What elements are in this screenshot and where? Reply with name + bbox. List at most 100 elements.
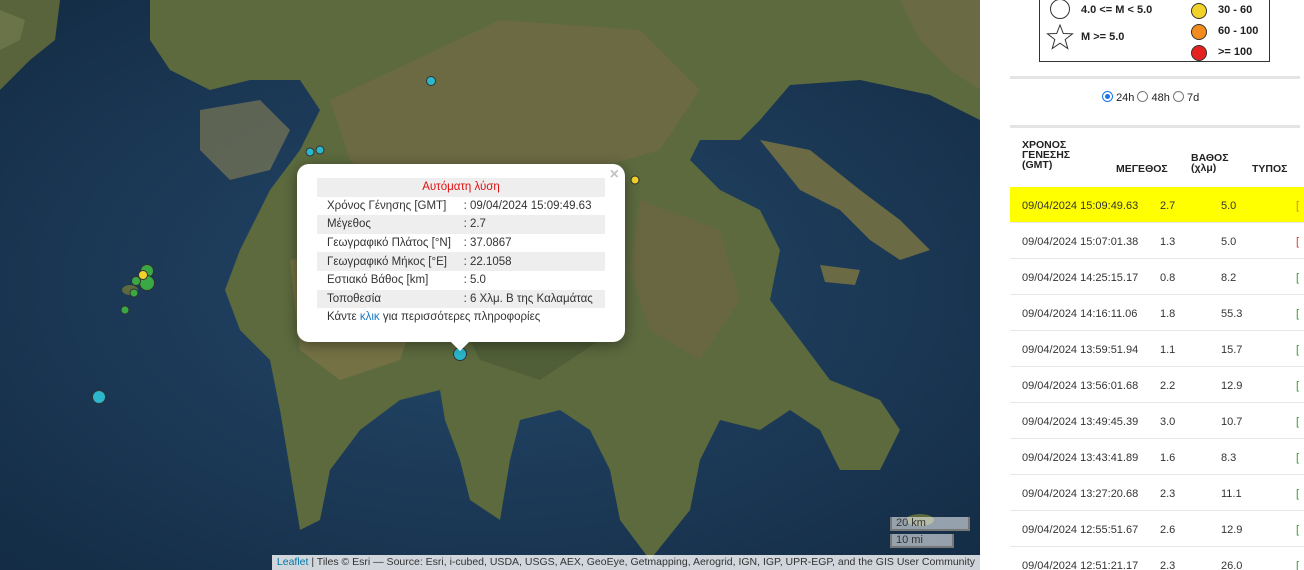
earthquake-map[interactable]: × Αυτόματη λύση Χρόνος Γένησης [GMT]: 09… <box>0 0 980 570</box>
legend-depth-1: 30 - 60 <box>1218 4 1253 16</box>
row-type: [ <box>1296 308 1300 320</box>
row-mag: 1.1 <box>1160 344 1176 356</box>
leaflet-link[interactable]: Leaflet <box>277 556 309 568</box>
header-origin-line: (GMT) <box>1022 159 1053 171</box>
row-mag: 1.8 <box>1160 308 1176 320</box>
legend-depth-3: >= 100 <box>1218 46 1253 58</box>
quake-row[interactable]: 09/04/2024 15:09:49.63 2.7 5.0 [ <box>1010 187 1304 223</box>
filter-48h-radio[interactable] <box>1137 91 1149 102</box>
popup-value: : 37.0867 <box>463 237 512 250</box>
legend-mag-2: M >= 5.0 <box>1081 31 1125 43</box>
legend-mag-1: 4.0 <= M < 5.0 <box>1081 4 1153 16</box>
popup-value: : 22.1058 <box>463 252 605 271</box>
more-info-prefix: Κάντε <box>327 311 357 324</box>
row-time: 09/04/2024 15:09:49.63 <box>1022 200 1139 212</box>
row-mag: 1.6 <box>1160 452 1176 464</box>
quake-marker[interactable] <box>305 147 315 157</box>
row-type: [ <box>1296 344 1300 356</box>
separator <box>1010 125 1300 128</box>
quake-marker[interactable] <box>315 145 325 155</box>
row-depth: 10.7 <box>1221 416 1243 428</box>
row-depth: 11.1 <box>1221 488 1242 500</box>
row-mag: 2.2 <box>1160 380 1176 392</box>
star-icon <box>1046 23 1074 50</box>
row-type: [ <box>1296 236 1300 248</box>
popup-more-info: Κάντε κλικ για περισσότερες πληροφορίες <box>317 308 605 327</box>
separator <box>1010 76 1300 79</box>
row-type: [ <box>1296 380 1300 392</box>
row-mag: 3.0 <box>1160 416 1176 428</box>
popup-label: Χρόνος Γένησης [GMT] <box>327 199 447 212</box>
quake-marker[interactable] <box>630 175 640 185</box>
row-depth: 8.2 <box>1221 272 1237 284</box>
row-mag: 0.8 <box>1160 272 1176 284</box>
header-depth-line: (χλμ) <box>1191 162 1217 174</box>
quake-marker[interactable] <box>120 305 130 315</box>
depth-red-icon <box>1191 45 1207 61</box>
quake-marker[interactable] <box>138 270 148 280</box>
row-type: [ <box>1296 560 1300 570</box>
popup-info-table: Αυτόματη λύση Χρόνος Γένησης [GMT]: 09/0… <box>317 178 605 327</box>
map-attribution: Leaflet | Tiles © Esri — Source: Esri, i… <box>271 555 980 570</box>
quake-row[interactable]: 09/04/2024 13:56:01.68 2.2 12.9 [ <box>1010 367 1304 403</box>
header-type: ΤΥΠΟΣ <box>1252 163 1288 175</box>
row-type: [ <box>1296 452 1300 464</box>
row-time: 09/04/2024 13:59:51.94 <box>1022 344 1139 356</box>
filter-24h-label[interactable]: 24h <box>1116 92 1134 104</box>
header-origin-time: ΧΡΟΝΟΣ ΓΕΝΕΣΗΣ (GMT) <box>1022 140 1070 171</box>
quake-info-popup: × Αυτόματη λύση Χρόνος Γένησης [GMT]: 09… <box>297 164 625 351</box>
quake-marker[interactable] <box>129 288 139 298</box>
map-legend: 4.0 <= M < 5.0 M >= 5.0 30 - 60 60 - 100… <box>1039 0 1270 62</box>
row-depth: 55.3 <box>1221 308 1243 320</box>
sidebar: 4.0 <= M < 5.0 M >= 5.0 30 - 60 60 - 100… <box>980 0 1304 570</box>
row-type: [ <box>1296 416 1300 428</box>
quake-row[interactable]: 09/04/2024 14:25:15.17 0.8 8.2 [ <box>1010 259 1304 295</box>
row-type: [ <box>1296 272 1300 284</box>
row-mag: 2.6 <box>1160 524 1176 536</box>
depth-orange-icon <box>1191 24 1207 40</box>
row-depth: 8.3 <box>1221 452 1237 464</box>
row-depth: 5.0 <box>1221 200 1237 212</box>
row-time: 09/04/2024 13:27:20.68 <box>1022 488 1139 500</box>
quake-row[interactable]: 09/04/2024 15:07:01.38 1.3 5.0 [ <box>1010 223 1304 259</box>
quake-row[interactable]: 09/04/2024 12:51:21.17 2.3 26.0 [ <box>1010 547 1304 570</box>
more-info-link[interactable]: κλικ <box>360 311 380 323</box>
row-type: [ <box>1296 200 1300 212</box>
row-type: [ <box>1296 488 1300 500</box>
header-magnitude: ΜΕΓΕΘΟΣ <box>1116 163 1168 175</box>
popup-label: Εστιακό Βάθος [km] <box>327 274 429 287</box>
time-filter: 24h 48h 7d <box>1102 91 1199 104</box>
more-info-suffix: για περισσότερες πληροφορίες <box>382 311 541 324</box>
filter-7d-radio[interactable] <box>1172 91 1184 102</box>
row-time: 09/04/2024 14:16:11.06 <box>1022 308 1138 320</box>
popup-value: : 6 Χλμ. Β της Καλαμάτας <box>463 289 605 309</box>
filter-24h-radio[interactable] <box>1102 91 1113 102</box>
quake-row[interactable]: 09/04/2024 13:27:20.68 2.3 11.1 [ <box>1010 475 1304 511</box>
quake-marker[interactable] <box>92 390 106 404</box>
quake-row[interactable]: 09/04/2024 14:16:11.06 1.8 55.3 [ <box>1010 295 1304 331</box>
depth-yellow-icon <box>1191 3 1207 19</box>
popup-value: : 5.0 <box>463 274 486 287</box>
magnitude-circle-icon <box>1050 0 1070 19</box>
quake-row[interactable]: 09/04/2024 13:43:41.89 1.6 8.3 [ <box>1010 439 1304 475</box>
popup-label: Τοποθεσία <box>317 289 464 309</box>
row-mag: 1.3 <box>1160 236 1176 248</box>
popup-label: Γεωγραφικό Πλάτος [°N] <box>327 237 451 250</box>
quake-marker[interactable] <box>426 76 436 86</box>
filter-7d-label[interactable]: 7d <box>1187 92 1199 104</box>
row-time: 09/04/2024 12:51:21.17 <box>1022 560 1139 570</box>
row-depth: 26.0 <box>1221 560 1243 570</box>
row-mag: 2.3 <box>1160 560 1176 570</box>
popup-tip <box>450 341 470 351</box>
scale-km: 20 km <box>890 517 970 531</box>
quake-row[interactable]: 09/04/2024 12:55:51.67 2.6 12.9 [ <box>1010 511 1304 547</box>
row-mag: 2.3 <box>1160 488 1176 500</box>
popup-header: Αυτόματη λύση <box>317 178 605 197</box>
quake-row[interactable]: 09/04/2024 13:49:45.39 3.0 10.7 [ <box>1010 403 1304 439</box>
filter-48h-label[interactable]: 48h <box>1152 92 1170 104</box>
popup-close-button[interactable]: × <box>610 167 619 183</box>
row-time: 09/04/2024 13:43:41.89 <box>1022 452 1139 464</box>
legend-depth-2: 60 - 100 <box>1218 25 1259 37</box>
quake-row[interactable]: 09/04/2024 13:59:51.94 1.1 15.7 [ <box>1010 331 1304 367</box>
row-depth: 5.0 <box>1221 236 1237 248</box>
